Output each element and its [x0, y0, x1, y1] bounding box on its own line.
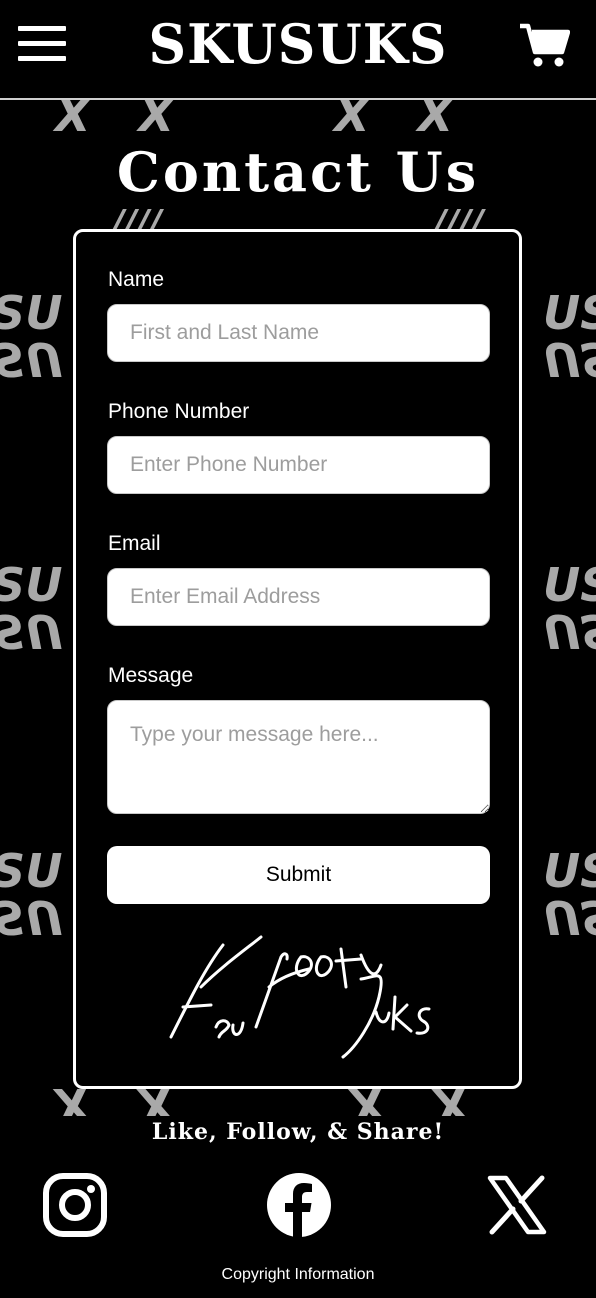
email-label: Email — [108, 532, 161, 555]
phone-label: Phone Number — [108, 400, 250, 423]
social-heading: Like, Follow, & Share! — [0, 1116, 596, 1150]
email-input[interactable] — [107, 568, 490, 626]
shopping-cart-icon[interactable] — [518, 20, 570, 70]
message-textarea[interactable] — [107, 700, 490, 814]
signature-image — [169, 935, 431, 1059]
name-label: Name — [108, 268, 165, 291]
x-icon[interactable] — [484, 1172, 550, 1238]
facebook-icon[interactable] — [266, 1172, 332, 1238]
submit-button[interactable]: Submit — [107, 846, 490, 904]
instagram-icon[interactable] — [42, 1172, 108, 1238]
message-label: Message — [108, 664, 194, 687]
copyright-text[interactable]: Copyright Information — [0, 1266, 596, 1284]
contact-form: Name Phone Number Email Message Submit — [73, 229, 522, 1089]
site-header: SKUSUKS — [0, 0, 596, 100]
site-logo[interactable]: SKUSUKS — [0, 12, 596, 76]
phone-input[interactable] — [107, 436, 490, 494]
page-title: Contact Us — [116, 140, 480, 204]
name-input[interactable] — [107, 304, 490, 362]
